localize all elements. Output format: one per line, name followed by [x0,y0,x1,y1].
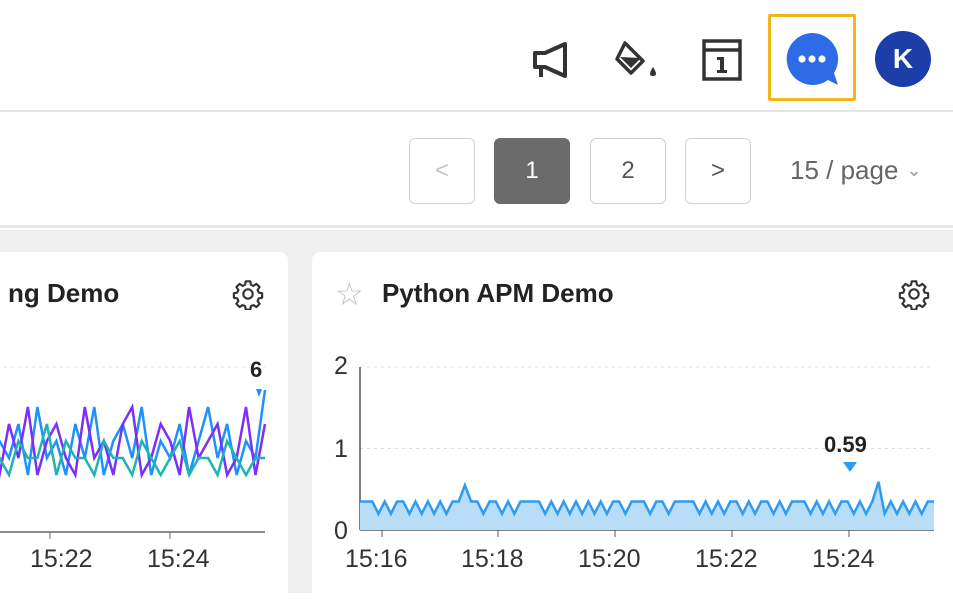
y-tick: 1 [334,435,348,463]
prev-page-button[interactable]: < [409,138,475,204]
x-tick: 15:22 [30,545,93,573]
page-2-button[interactable]: 2 [590,138,666,204]
info-panel-icon[interactable] [696,34,748,86]
chevron-down-icon: ⌄ [906,160,922,180]
x-tick: 15:24 [812,545,875,573]
chart-right [359,366,934,537]
favorite-star-icon[interactable]: ☆ [335,278,364,310]
y-tick: 0 [334,517,348,545]
top-bar: K [0,0,953,112]
project-card-left[interactable]: ng Demo 6 15:22 15:24 [0,252,288,602]
megaphone-icon[interactable] [528,34,580,86]
peak-label: 6 [250,357,263,382]
page-size-select[interactable]: 15 / page ⌄ [790,155,922,186]
x-tick: 15:20 [578,545,641,573]
x-tick: 15:18 [461,545,524,573]
peak-marker [256,389,262,397]
peak-marker [843,462,857,472]
x-tick: 15:16 [345,545,408,573]
peak-label: 0.59 [824,432,867,457]
paint-bucket-icon[interactable] [612,34,664,86]
page-size-label: 15 / page [790,155,899,185]
y-tick: 2 [334,352,348,380]
chart-left [0,366,267,539]
x-tick: 15:24 [147,545,210,573]
avatar[interactable]: K [875,31,931,87]
project-card-python-apm[interactable]: Python APM Demo 0.59 2 1 0 15:16 15:18 1… [312,252,953,602]
page-1-button[interactable]: 1 [494,138,570,204]
chat-icon[interactable] [784,31,840,87]
x-tick: 15:22 [695,545,758,573]
next-page-button[interactable]: > [685,138,751,204]
